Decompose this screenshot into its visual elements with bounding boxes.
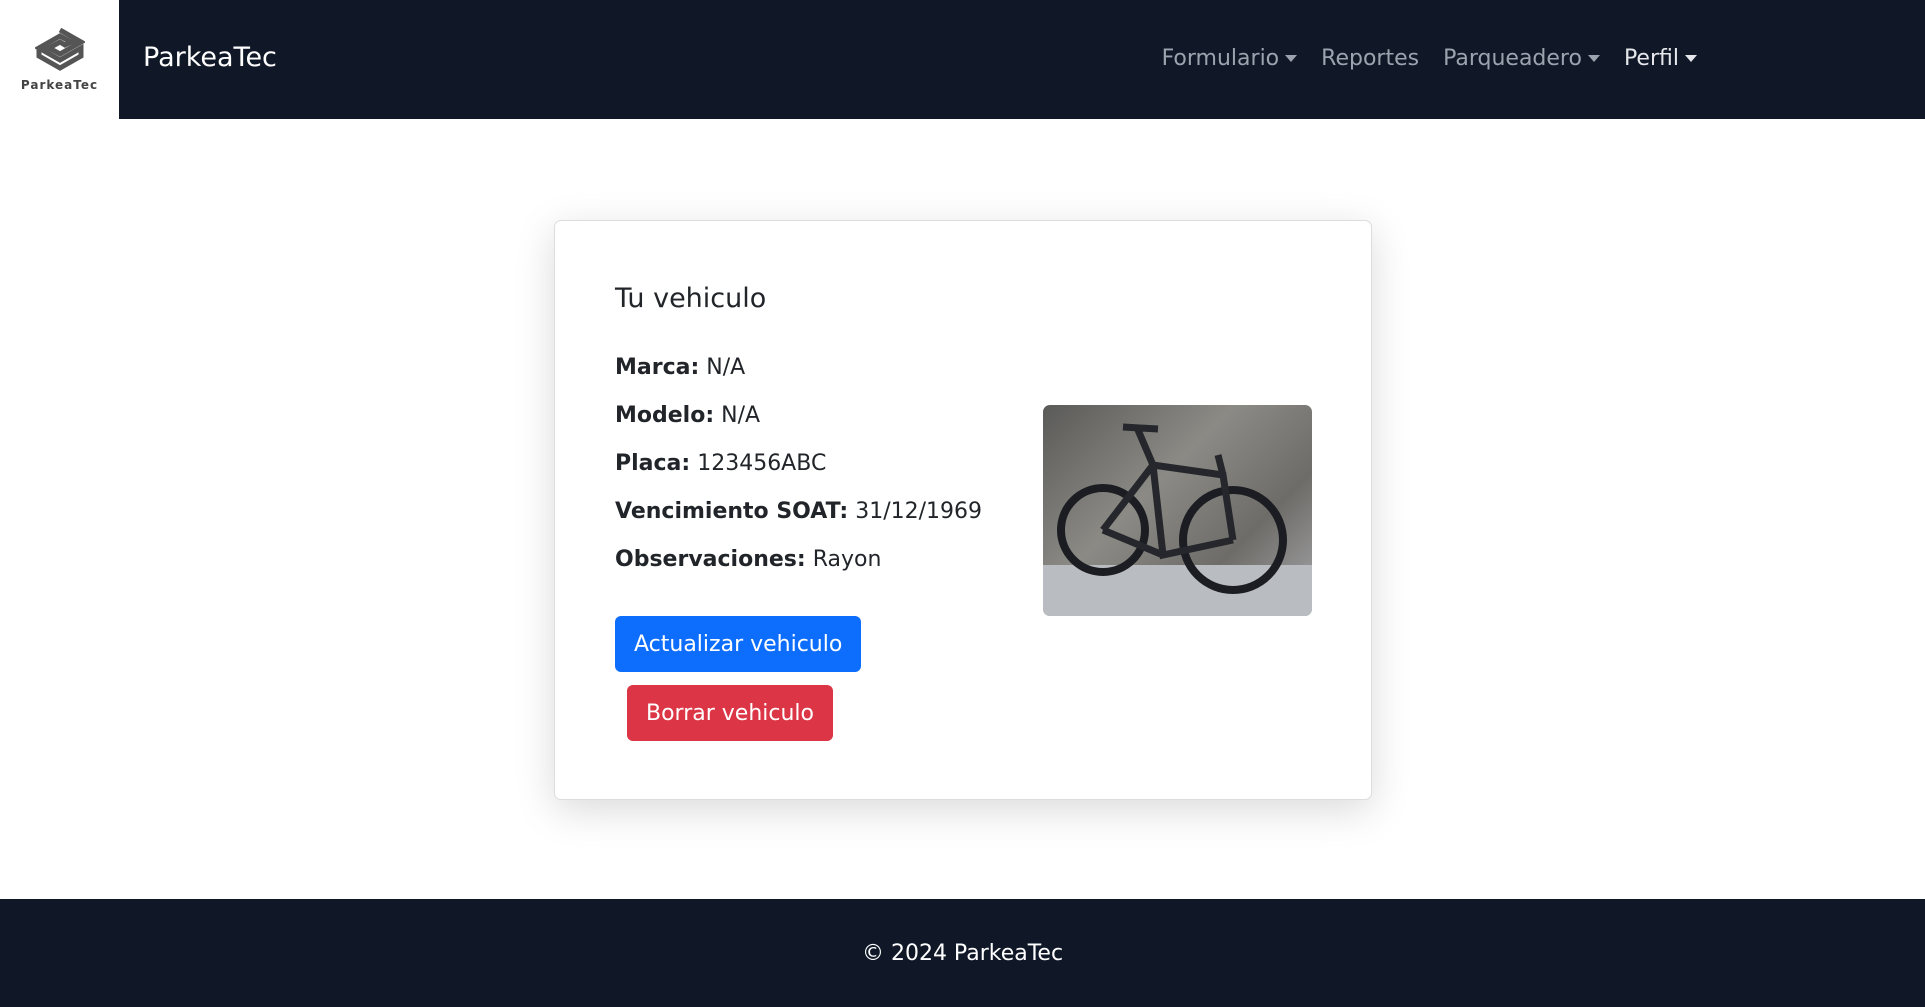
nav-formulario[interactable]: Formulario bbox=[1162, 46, 1298, 71]
field-placa: Placa: 123456ABC bbox=[615, 451, 982, 499]
field-label: Observaciones: bbox=[615, 547, 806, 572]
nav-label: Perfil bbox=[1623, 46, 1679, 71]
caret-down-icon bbox=[1285, 55, 1298, 62]
card-title: Tu vehiculo bbox=[615, 283, 767, 314]
navbar: ParkeaTec ParkeaTec Formulario Reportes … bbox=[0, 0, 1925, 119]
footer-text: © 2024 ParkeaTec bbox=[861, 940, 1064, 966]
field-value: N/A bbox=[721, 403, 761, 428]
field-label: Modelo: bbox=[615, 403, 715, 428]
footer: © 2024 ParkeaTec bbox=[0, 899, 1925, 1007]
update-vehicle-button[interactable]: Actualizar vehiculo bbox=[615, 616, 862, 672]
field-label: Marca: bbox=[615, 355, 700, 380]
caret-down-icon bbox=[1685, 55, 1697, 62]
navbar-brand[interactable]: ParkeaTec bbox=[143, 42, 277, 73]
vehicle-fields: Marca: N/A Modelo: N/A Placa: 123456ABC … bbox=[615, 355, 982, 595]
field-soat: Vencimiento SOAT: 31/12/1969 bbox=[615, 499, 982, 547]
caret-down-icon bbox=[1587, 55, 1600, 62]
field-value: Rayon bbox=[812, 547, 882, 572]
logo-text: ParkeaTec bbox=[20, 77, 99, 92]
field-marca: Marca: N/A bbox=[615, 355, 982, 403]
field-value: N/A bbox=[706, 355, 746, 380]
field-modelo: Modelo: N/A bbox=[615, 403, 982, 451]
logo[interactable]: ParkeaTec bbox=[0, 0, 119, 119]
vehicle-card: Tu vehiculo Marca: N/A Modelo: N/A Placa… bbox=[554, 220, 1372, 800]
nav-parqueadero[interactable]: Parqueadero bbox=[1443, 46, 1600, 71]
nav-perfil[interactable]: Perfil bbox=[1624, 46, 1697, 71]
nav-label: Reportes bbox=[1321, 46, 1420, 71]
nav-label: Formulario bbox=[1161, 46, 1280, 71]
vehicle-image bbox=[1043, 405, 1312, 616]
nav-menu: Formulario Reportes Parqueadero Perfil bbox=[1162, 46, 1697, 71]
logo-icon bbox=[34, 27, 85, 71]
field-label: Placa: bbox=[615, 451, 691, 476]
field-label: Vencimiento SOAT: bbox=[615, 499, 849, 524]
field-value: 123456ABC bbox=[697, 451, 827, 476]
bicycle-image bbox=[1043, 423, 1312, 616]
nav-label: Parqueadero bbox=[1443, 46, 1582, 71]
nav-reportes[interactable]: Reportes bbox=[1321, 46, 1419, 71]
field-observaciones: Observaciones: Rayon bbox=[615, 547, 982, 595]
field-value: 31/12/1969 bbox=[855, 499, 983, 524]
delete-vehicle-button[interactable]: Borrar vehiculo bbox=[627, 685, 833, 741]
